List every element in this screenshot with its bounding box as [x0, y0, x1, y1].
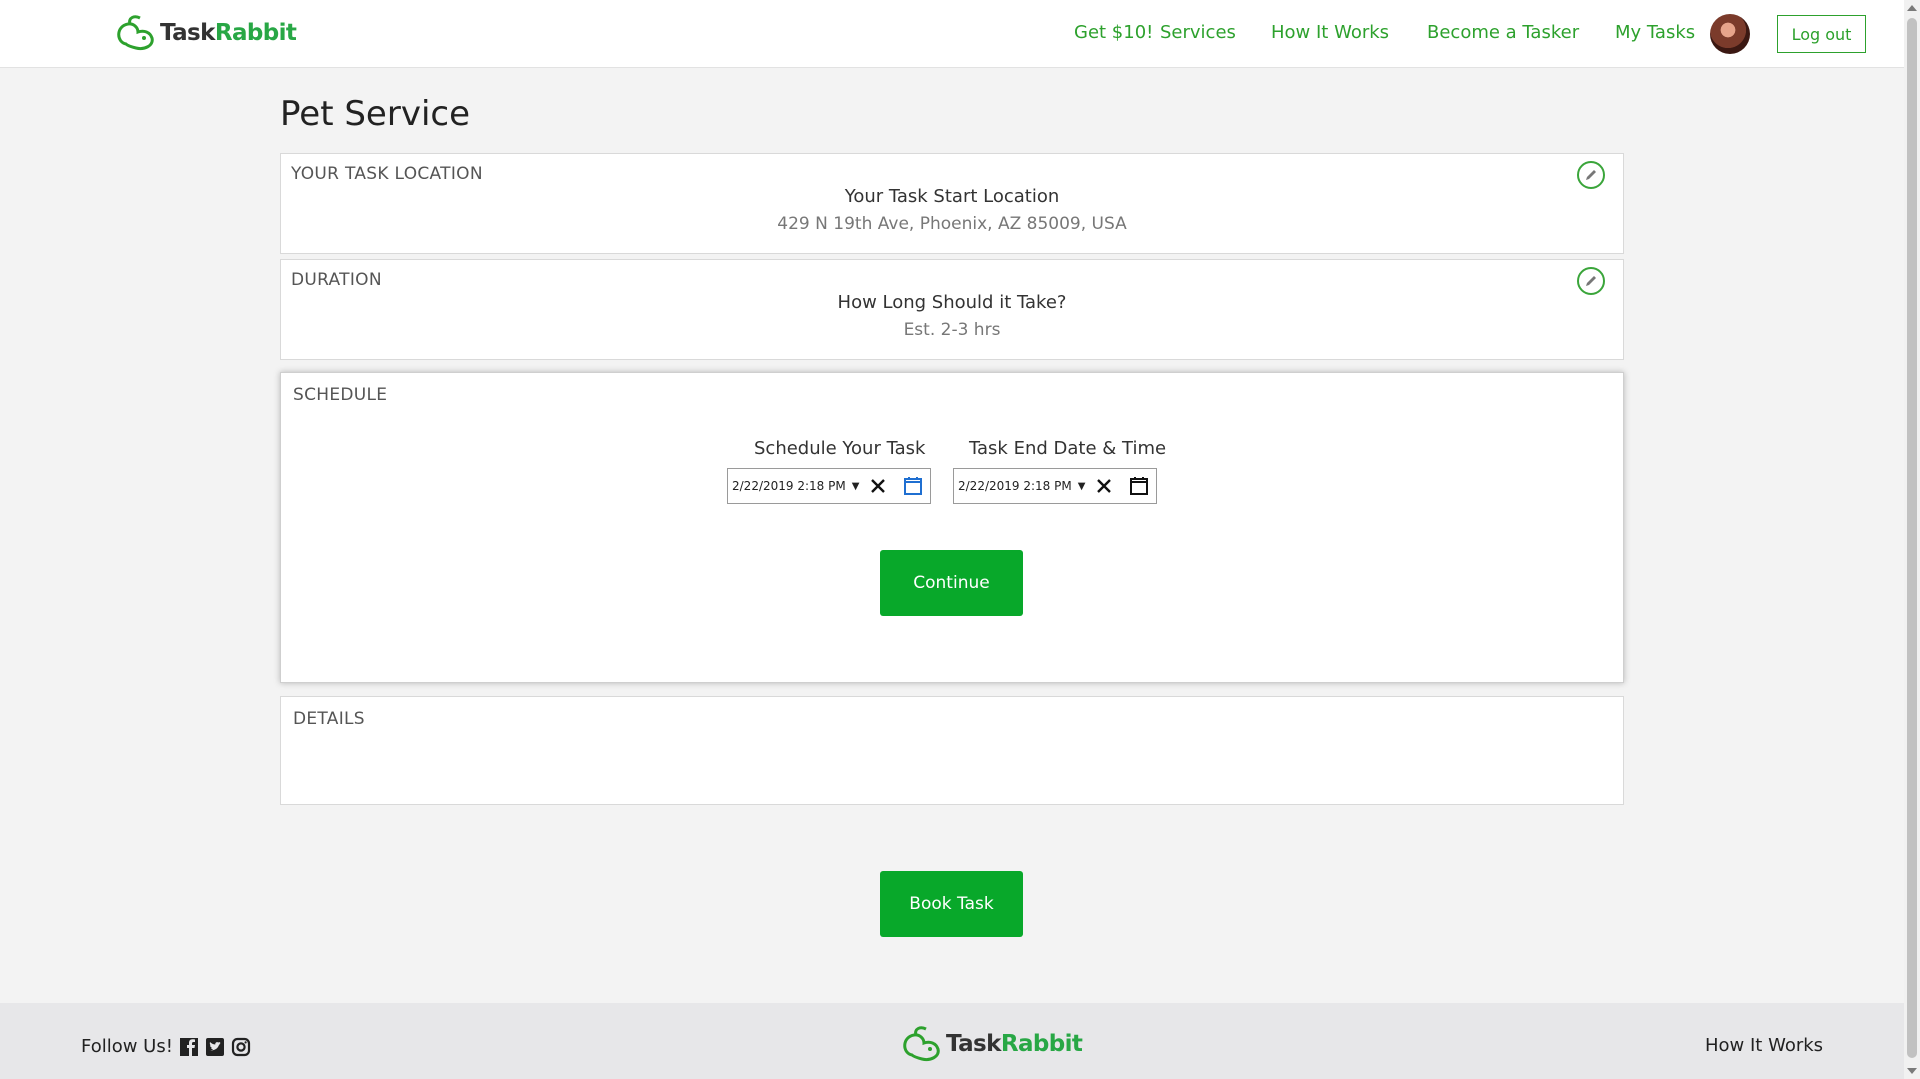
schedule-start-value: 2/22/2019 2:18 PM — [732, 479, 846, 493]
logo-wordmark: TaskRabbit — [160, 20, 297, 46]
nav-become-tasker-link[interactable]: Become a Tasker — [1427, 22, 1579, 43]
clear-icon[interactable] — [1094, 476, 1114, 496]
rabbit-logo-icon — [117, 15, 154, 50]
follow-us-label: Follow Us! — [81, 1036, 173, 1057]
logout-button[interactable]: Log out — [1777, 15, 1866, 53]
continue-button[interactable]: Continue — [880, 550, 1023, 616]
taskrabbit-logo[interactable]: TaskRabbit — [114, 14, 297, 52]
facebook-icon[interactable] — [179, 1037, 199, 1057]
page-footer: Follow Us! TaskRabbit How It Works — [0, 1003, 1904, 1079]
details-card: DETAILS — [280, 696, 1624, 805]
vertical-scrollbar[interactable] — [1904, 0, 1920, 1079]
edit-duration-button[interactable] — [1577, 267, 1605, 295]
rabbit-logo-icon — [903, 1026, 940, 1061]
schedule-end-value: 2/22/2019 2:18 PM — [958, 479, 1072, 493]
scroll-up-arrow-icon[interactable] — [1907, 5, 1917, 11]
schedule-card: SCHEDULE Schedule Your Task 2/22/2019 2:… — [280, 372, 1624, 683]
nav-promo-link[interactable]: Get $10! — [1074, 22, 1153, 43]
location-section-label: YOUR TASK LOCATION — [291, 164, 483, 184]
page-title: Pet Service — [280, 94, 471, 134]
edit-location-button[interactable] — [1577, 161, 1605, 189]
follow-us: Follow Us! — [81, 1036, 251, 1057]
book-task-button[interactable]: Book Task — [880, 871, 1023, 937]
schedule-start-label: Schedule Your Task — [754, 438, 926, 459]
details-section-label: DETAILS — [293, 709, 365, 729]
task-location-card: YOUR TASK LOCATION Your Task Start Locat… — [280, 153, 1624, 254]
footer-logo-wordmark: TaskRabbit — [946, 1031, 1083, 1057]
calendar-icon[interactable] — [1129, 476, 1149, 496]
calendar-icon[interactable] — [903, 476, 923, 496]
nav-how-it-works-link[interactable]: How It Works — [1271, 22, 1389, 43]
pencil-icon — [1586, 276, 1596, 286]
duration-estimate: Est. 2-3 hrs — [903, 320, 1001, 340]
schedule-end-datetime-input[interactable]: 2/22/2019 2:18 PM ▼ — [953, 468, 1157, 504]
schedule-end-label: Task End Date & Time — [969, 438, 1167, 459]
duration-heading: How Long Should it Take? — [837, 292, 1067, 313]
top-navbar: TaskRabbit Get $10! Services How It Work… — [0, 0, 1904, 68]
scroll-down-arrow-icon[interactable] — [1907, 1068, 1917, 1074]
pencil-icon — [1586, 170, 1596, 180]
location-address: 429 N 19th Ave, Phoenix, AZ 85009, USA — [777, 214, 1127, 234]
twitter-icon[interactable] — [205, 1037, 225, 1057]
instagram-icon[interactable] — [231, 1037, 251, 1057]
chevron-down-icon[interactable]: ▼ — [1078, 481, 1086, 492]
chevron-down-icon[interactable]: ▼ — [852, 481, 860, 492]
user-avatar[interactable] — [1710, 14, 1750, 54]
duration-card: DURATION How Long Should it Take? Est. 2… — [280, 259, 1624, 360]
nav-services-link[interactable]: Services — [1160, 22, 1236, 43]
duration-section-label: DURATION — [291, 270, 382, 290]
footer-taskrabbit-logo[interactable]: TaskRabbit — [900, 1025, 1083, 1063]
schedule-section-label: SCHEDULE — [293, 385, 388, 405]
clear-icon[interactable] — [868, 476, 888, 496]
schedule-start-datetime-input[interactable]: 2/22/2019 2:18 PM ▼ — [727, 468, 931, 504]
nav-my-tasks-link[interactable]: My Tasks — [1615, 22, 1695, 43]
location-heading: Your Task Start Location — [844, 186, 1060, 207]
footer-how-it-works-link[interactable]: How It Works — [1705, 1035, 1823, 1056]
scroll-thumb[interactable] — [1907, 18, 1917, 1058]
